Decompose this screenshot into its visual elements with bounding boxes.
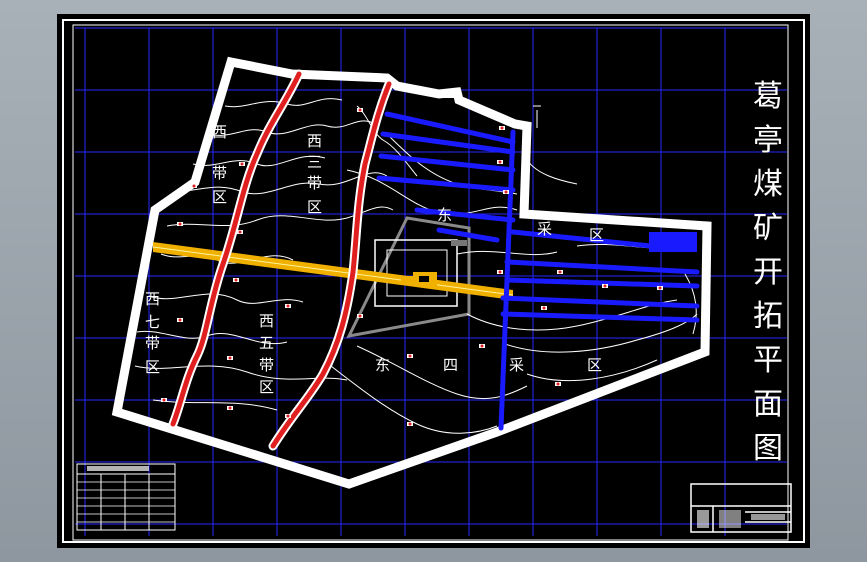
label-west-seven-3: 带: [145, 334, 160, 352]
borehole-dot: [286, 304, 290, 308]
legend-table: [76, 463, 176, 531]
title-char: 图: [753, 431, 783, 466]
label-west-belt-2: 带: [212, 164, 227, 182]
main-roadway-yellow: [152, 242, 514, 300]
drawing-sheet: 西 带 区 西 三 带 区 西 七 带 区 西 五 带 区 东 采 区 东 四: [57, 14, 810, 548]
borehole-dot: [238, 230, 242, 234]
borehole-dot: [504, 190, 508, 194]
borehole-dot: [286, 414, 290, 418]
borehole-dot: [558, 270, 562, 274]
label-west-three-3: 带: [307, 174, 322, 192]
legend-rows: [77, 481, 175, 523]
borehole-dot: [480, 344, 484, 348]
label-east-2: 采: [537, 220, 552, 238]
drawing-title: 葛亭煤矿开拓平面图: [753, 79, 783, 466]
label-west-belt-3: 区: [212, 188, 227, 206]
title-char: 平: [753, 343, 783, 378]
borehole-dot: [603, 284, 607, 288]
label-west-belt-1: 西: [212, 123, 227, 141]
label-east-four-2: 四: [443, 356, 458, 374]
label-west-three-2: 三: [307, 153, 322, 171]
borehole-dot: [500, 126, 504, 130]
title-char: 亭: [753, 123, 783, 158]
borehole-dot: [178, 222, 182, 226]
title-char: 葛: [753, 79, 783, 114]
borehole-dot: [178, 318, 182, 322]
title-block: [690, 483, 792, 533]
title-char: 面: [753, 387, 783, 422]
borehole-dot: [192, 184, 196, 188]
blue-block: [649, 232, 697, 252]
title-char: 矿: [753, 211, 783, 246]
mine-plan-map: 西 带 区 西 三 带 区 西 七 带 区 西 五 带 区 东 采 区 东 四: [62, 19, 805, 543]
label-west-five-1: 西: [259, 312, 274, 330]
borehole-dot: [228, 356, 232, 360]
label-west-seven-4: 区: [145, 358, 160, 376]
borehole-dot: [408, 422, 412, 426]
borehole-dot: [498, 160, 502, 164]
north-arrow: [533, 105, 541, 128]
borehole-dot: [498, 270, 502, 274]
title-char: 煤: [753, 167, 783, 202]
title-char: 开: [753, 255, 783, 290]
grey-inner-line: [451, 240, 467, 246]
title-char: 拓: [753, 299, 783, 334]
cad-viewport: 西 带 区 西 三 带 区 西 七 带 区 西 五 带 区 东 采 区 东 四: [0, 0, 867, 562]
borehole-dot: [556, 382, 560, 386]
borehole-dot: [358, 108, 362, 112]
label-east-3: 区: [589, 226, 604, 244]
borehole-dot: [658, 286, 662, 290]
borehole-dot: [408, 354, 412, 358]
label-west-seven-1: 西: [145, 290, 160, 308]
boundary-notch: [439, 90, 455, 98]
label-east-four-3: 采: [509, 356, 524, 374]
label-west-three-1: 西: [307, 132, 322, 150]
label-west-seven-2: 七: [145, 313, 160, 331]
label-east-four-4: 区: [587, 356, 602, 374]
label-east-four-1: 东: [375, 356, 390, 374]
label-west-five-2: 五: [259, 334, 274, 352]
borehole-dot: [542, 306, 546, 310]
label-east-1: 东: [437, 206, 452, 224]
borehole-dot: [358, 314, 362, 318]
borehole-dot: [234, 278, 238, 282]
mine-boundary: [111, 56, 712, 489]
label-west-three-4: 区: [307, 198, 322, 216]
label-west-five-3: 带: [259, 356, 274, 374]
borehole-dot: [162, 398, 166, 402]
borehole-dot: [228, 406, 232, 410]
borehole-dot: [240, 162, 244, 166]
label-west-five-4: 区: [259, 378, 274, 396]
